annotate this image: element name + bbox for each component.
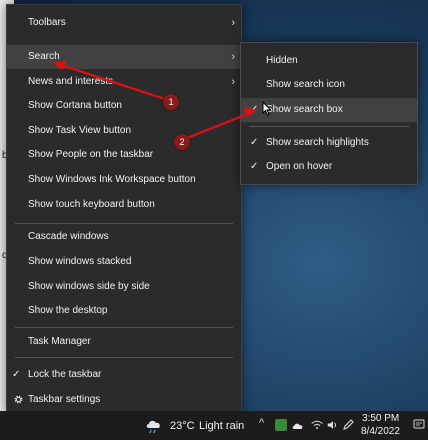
chevron-right-icon: › <box>231 51 235 63</box>
menu-item-news-and-interests[interactable]: News and interests › <box>7 70 241 94</box>
mouse-cursor-icon <box>262 101 272 116</box>
submenu-item-show-search-icon[interactable]: Show search icon <box>241 73 417 97</box>
menu-item-label: Show Windows Ink Workspace button <box>28 174 196 185</box>
menu-item-label: Cascade windows <box>28 231 109 242</box>
annotation-badge: 2 <box>174 134 190 150</box>
submenu-item-label: Show search highlights <box>266 137 369 148</box>
green-app-icon[interactable] <box>275 419 287 431</box>
submenu-item-open-on-hover[interactable]: ✓ Open on hover <box>241 155 417 179</box>
menu-item-lock-taskbar[interactable]: ✓ Lock the taskbar <box>7 363 241 387</box>
weather-condition: Light rain <box>199 420 245 432</box>
menu-item-label: News and interests <box>28 76 114 87</box>
submenu-item-label: Open on hover <box>266 161 333 172</box>
chevron-up-icon[interactable]: ^ <box>259 417 271 429</box>
menu-item-label: Show the desktop <box>28 305 108 316</box>
wifi-icon[interactable] <box>311 419 323 431</box>
submenu-item-label: Hidden <box>266 55 298 66</box>
menu-item-task-manager[interactable]: Task Manager <box>7 330 241 354</box>
menu-item-show-ink-workspace[interactable]: Show Windows Ink Workspace button <box>7 168 241 192</box>
menu-item-show-cortana[interactable]: Show Cortana button <box>7 94 241 118</box>
menu-item-show-task-view[interactable]: Show Task View button <box>7 119 241 143</box>
menu-item-label: Show Cortana button <box>28 100 122 111</box>
menu-item-search[interactable]: Search › <box>7 45 241 69</box>
submenu-separator <box>249 126 409 127</box>
menu-item-label: Toolbars <box>28 17 66 28</box>
menu-item-label: Show windows stacked <box>28 256 132 267</box>
menu-separator <box>15 327 233 328</box>
menu-item-show-desktop[interactable]: Show the desktop <box>7 299 241 323</box>
menu-item-label: Taskbar settings <box>28 394 101 405</box>
menu-item-taskbar-settings[interactable]: Taskbar settings <box>7 388 241 412</box>
menu-item-label: Lock the taskbar <box>28 369 102 380</box>
checkmark-icon: ✓ <box>250 161 259 172</box>
gear-icon <box>14 395 23 404</box>
menu-item-windows-stacked[interactable]: Show windows stacked <box>7 250 241 274</box>
menu-item-cascade-windows[interactable]: Cascade windows <box>7 225 241 249</box>
submenu-item-show-search-highlights[interactable]: ✓ Show search highlights <box>241 131 417 155</box>
volume-icon[interactable] <box>327 419 339 431</box>
menu-separator <box>15 357 233 358</box>
menu-item-label: Show Task View button <box>28 125 132 136</box>
menu-item-label: Show windows side by side <box>28 281 150 292</box>
menu-item-label: Task Manager <box>28 336 91 347</box>
taskbar-context-menu: Toolbars › Search › News and interests ›… <box>6 4 242 414</box>
menu-item-windows-side-by-side[interactable]: Show windows side by side <box>7 275 241 299</box>
chevron-right-icon: › <box>231 76 235 88</box>
pen-icon[interactable] <box>342 419 354 431</box>
menu-item-toolbars[interactable]: Toolbars › <box>7 11 241 35</box>
submenu-item-hidden[interactable]: Hidden <box>241 49 417 73</box>
menu-item-show-touch-keyboard[interactable]: Show touch keyboard button <box>7 193 241 217</box>
onedrive-icon[interactable] <box>292 420 304 432</box>
annotation-badge: 1 <box>163 94 179 110</box>
submenu-item-label: Show search box <box>266 104 343 115</box>
menu-item-label: Search <box>28 51 60 62</box>
submenu-item-label: Show search icon <box>266 79 345 90</box>
menu-separator <box>15 223 233 224</box>
weather-temp: 23°C <box>170 420 195 432</box>
notification-icon[interactable] <box>413 419 425 431</box>
menu-item-show-people[interactable]: Show People on the taskbar <box>7 143 241 167</box>
clock-date[interactable]: 8/4/2022 <box>361 426 400 437</box>
chevron-right-icon: › <box>231 17 235 29</box>
cloud-rain-icon <box>146 420 160 434</box>
checkmark-icon: ✓ <box>12 369 21 380</box>
taskbar: 23°C Light rain ^ 3:50 PM 8/4/2022 <box>0 411 428 440</box>
clock-time[interactable]: 3:50 PM <box>362 413 399 424</box>
weather-widget[interactable]: 23°C Light rain <box>145 415 255 437</box>
checkmark-icon: ✓ <box>250 137 259 148</box>
menu-item-label: Show People on the taskbar <box>28 149 154 160</box>
menu-item-label: Show touch keyboard button <box>28 199 155 210</box>
checkmark-icon: ✓ <box>250 104 259 115</box>
